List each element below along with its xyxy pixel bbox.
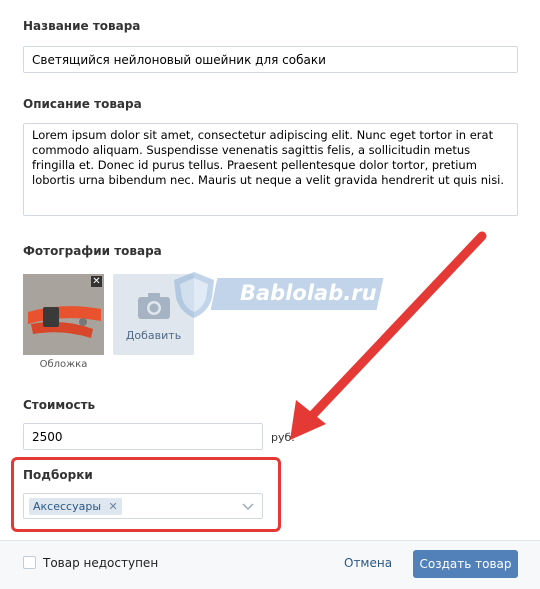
photos-label: Фотографии товара bbox=[23, 244, 162, 258]
name-label: Название товара bbox=[23, 19, 141, 33]
description-label: Описание товара bbox=[23, 97, 142, 111]
cover-caption: Обложка bbox=[39, 359, 88, 370]
create-button[interactable]: Создать товар bbox=[413, 550, 518, 578]
watermark: Bablolab.ru bbox=[168, 268, 384, 320]
unavailable-checkbox[interactable] bbox=[23, 556, 36, 569]
price-input[interactable] bbox=[23, 423, 263, 450]
watermark-text: Bablolab.ru bbox=[240, 281, 377, 305]
name-input[interactable] bbox=[23, 46, 518, 73]
add-photo-label: Добавить bbox=[125, 329, 182, 342]
unavailable-label: Товар недоступен bbox=[43, 556, 159, 570]
cover-photo[interactable]: ✕ bbox=[23, 274, 104, 355]
remove-photo-icon[interactable]: ✕ bbox=[91, 276, 102, 287]
description-textarea[interactable]: Lorem ipsum dolor sit amet, consectetur … bbox=[23, 123, 518, 216]
price-unit: руб. bbox=[271, 431, 295, 444]
camera-icon bbox=[137, 293, 170, 319]
shield-icon bbox=[174, 272, 214, 318]
cancel-button[interactable]: Отмена bbox=[344, 556, 392, 570]
highlight-box bbox=[11, 457, 281, 532]
price-label: Стоимость bbox=[23, 398, 96, 412]
